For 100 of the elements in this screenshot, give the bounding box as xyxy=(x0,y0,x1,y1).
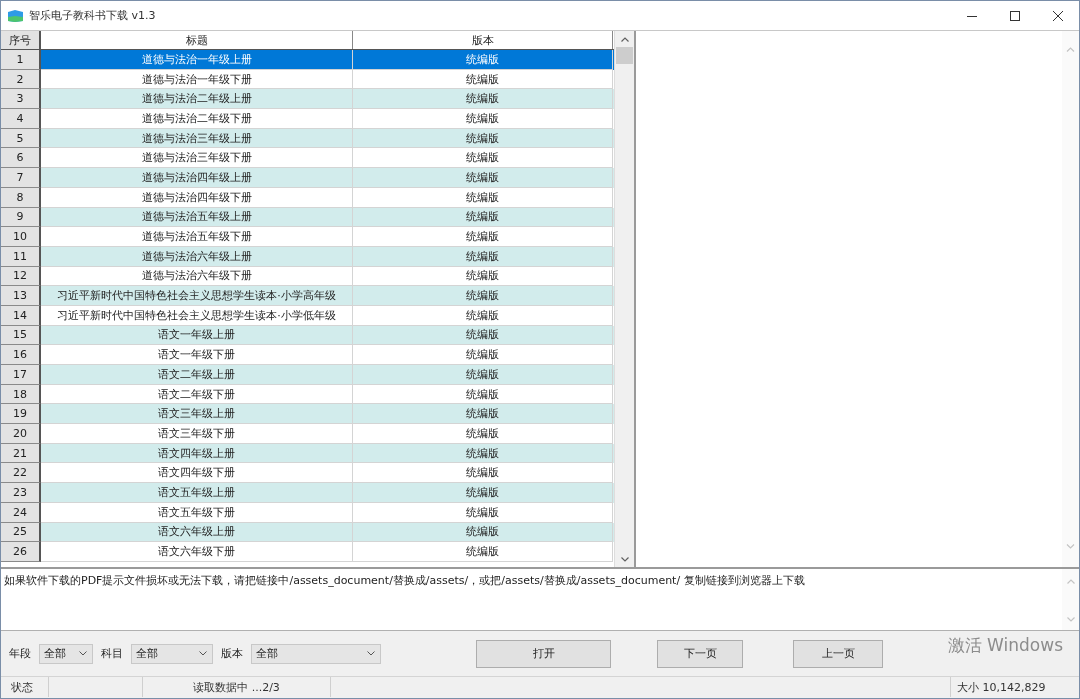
table-row[interactable]: 3 道德与法治二年级上册 统编版 xyxy=(1,89,614,110)
filter-label: 版本 xyxy=(221,646,243,661)
table-row[interactable]: 4 道德与法治二年级下册 统编版 xyxy=(1,109,614,129)
table-row[interactable]: 15 语文一年级上册 统编版 xyxy=(1,325,614,346)
table-row[interactable]: 8 道德与法治四年级下册 统编版 xyxy=(1,187,614,208)
maximize-icon[interactable] xyxy=(1010,10,1020,21)
column-header[interactable]: 序号 xyxy=(1,31,41,49)
row-number: 15 xyxy=(1,325,41,346)
table-cell: 统编版 xyxy=(353,168,613,188)
table-cell: 道德与法治四年级上册 xyxy=(41,168,353,188)
table-row[interactable]: 17 语文二年级上册 统编版 xyxy=(1,365,614,385)
column-header[interactable]: 标题 xyxy=(41,31,353,49)
window-title: 智乐电子教科书下载 v1.3 xyxy=(29,8,156,23)
table-cell: 统编版 xyxy=(353,50,613,70)
row-number: 4 xyxy=(1,109,41,129)
row-number: 5 xyxy=(1,128,41,149)
row-number: 3 xyxy=(1,89,41,110)
row-number: 1 xyxy=(1,50,41,70)
table-cell: 道德与法治一年级上册 xyxy=(41,50,353,70)
table-row[interactable]: 5 道德与法治三年级上册 统编版 xyxy=(1,128,614,149)
notice-text: 如果软件下载的PDF提示文件损坏或无法下载，请把链接中/assets_document/替换成/assets/，或把/assets/替换成/assets_document/ 复制链接到浏览器上下载 xyxy=(4,573,806,588)
row-number: 23 xyxy=(1,483,41,503)
table-cell: 统编版 xyxy=(353,187,613,208)
table-cell: 道德与法治四年级下册 xyxy=(41,187,353,208)
table-cell: 语文二年级上册 xyxy=(41,365,353,385)
table-cell: 统编版 xyxy=(353,542,613,562)
chevron-down-icon[interactable] xyxy=(367,651,375,656)
table-row[interactable]: 16 语文一年级下册 统编版 xyxy=(1,345,614,365)
scroll-up-icon[interactable] xyxy=(620,37,629,42)
table-cell: 统编版 xyxy=(353,246,613,267)
table-cell: 统编版 xyxy=(353,483,613,503)
table-cell: 道德与法治五年级下册 xyxy=(41,227,353,247)
table-row[interactable]: 12 道德与法治六年级下册 统编版 xyxy=(1,266,614,287)
message-box[interactable]: 如果软件下载的PDF提示文件损坏或无法下载，请把链接中/assets_document/替换成/assets/，或把/assets/替换成/assets_document/ 复制链接到浏览器上下载 xyxy=(1,567,1079,631)
row-number: 12 xyxy=(1,266,41,287)
table-cell: 统编版 xyxy=(353,286,613,306)
table-row[interactable]: 7 道德与法治四年级上册 统编版 xyxy=(1,168,614,188)
table-row[interactable]: 24 语文五年级下册 统编版 xyxy=(1,502,614,523)
table-cell: 习近平新时代中国特色社会主义思想学生读本·小学低年级 xyxy=(41,305,353,326)
row-number: 17 xyxy=(1,365,41,385)
status-size: 大小 10,142,829 xyxy=(957,679,1046,695)
table-cell: 统编版 xyxy=(353,502,613,523)
table-row[interactable]: 9 道德与法治五年级上册 统编版 xyxy=(1,207,614,228)
row-number: 2 xyxy=(1,69,41,90)
filter-label: 科目 xyxy=(101,646,123,661)
dropdown[interactable]: 全部 xyxy=(39,643,93,664)
row-number: 25 xyxy=(1,522,41,543)
filter-label: 年段 xyxy=(9,646,31,661)
table-row[interactable]: 10 道德与法治五年级下册 统编版 xyxy=(1,227,614,247)
status-label: 状态 xyxy=(11,679,33,695)
table-cell: 道德与法治二年级下册 xyxy=(41,109,353,129)
dropdown[interactable]: 全部 xyxy=(251,643,381,664)
scrollbar-thumb[interactable] xyxy=(616,47,633,64)
action-button[interactable]: 下一页 xyxy=(657,639,743,668)
chevron-down-icon[interactable] xyxy=(199,651,207,656)
table-row[interactable]: 21 语文四年级上册 统编版 xyxy=(1,443,614,464)
row-number: 19 xyxy=(1,404,41,425)
table-cell: 统编版 xyxy=(353,109,613,129)
table-row[interactable]: 1 道德与法治一年级上册 统编版 xyxy=(1,50,614,70)
column-header[interactable]: 版本 xyxy=(353,31,613,49)
table-row[interactable]: 14 习近平新时代中国特色社会主义思想学生读本·小学低年级 统编版 xyxy=(1,305,614,326)
row-number: 8 xyxy=(1,187,41,208)
table-row[interactable]: 26 语文六年级下册 统编版 xyxy=(1,542,614,562)
scroll-down-icon[interactable] xyxy=(620,557,629,562)
status-message: 读取数据中 ...2/3 xyxy=(193,679,280,695)
chevron-down-icon[interactable] xyxy=(79,651,87,656)
row-number: 16 xyxy=(1,345,41,365)
table-row[interactable]: 2 道德与法治一年级下册 统编版 xyxy=(1,69,614,90)
vertical-scrollbar[interactable] xyxy=(614,31,634,567)
table-row[interactable]: 20 语文三年级下册 统编版 xyxy=(1,424,614,444)
action-button[interactable]: 上一页 xyxy=(793,639,883,668)
row-number: 20 xyxy=(1,424,41,444)
table-cell: 语文六年级下册 xyxy=(41,542,353,562)
close-icon[interactable] xyxy=(1053,10,1063,21)
row-number: 6 xyxy=(1,148,41,169)
table-row[interactable]: 18 语文二年级下册 统编版 xyxy=(1,384,614,405)
row-number: 13 xyxy=(1,286,41,306)
table-row[interactable]: 23 语文五年级上册 统编版 xyxy=(1,483,614,503)
table-row[interactable]: 11 道德与法治六年级上册 统编版 xyxy=(1,246,614,267)
table-cell: 统编版 xyxy=(353,305,613,326)
table-row[interactable]: 25 语文六年级上册 统编版 xyxy=(1,522,614,543)
row-number: 18 xyxy=(1,384,41,405)
table-cell: 统编版 xyxy=(353,227,613,247)
table-cell: 统编版 xyxy=(353,365,613,385)
table-row[interactable]: 6 道德与法治三年级下册 统编版 xyxy=(1,148,614,169)
row-number: 9 xyxy=(1,207,41,228)
row-number: 24 xyxy=(1,502,41,523)
action-button[interactable]: 打开 xyxy=(476,639,611,668)
table-row[interactable]: 22 语文四年级下册 统编版 xyxy=(1,463,614,484)
table-cell: 习近平新时代中国特色社会主义思想学生读本·小学高年级 xyxy=(41,286,353,306)
table-cell: 语文三年级下册 xyxy=(41,424,353,444)
table-cell: 统编版 xyxy=(353,424,613,444)
table-cell: 语文五年级下册 xyxy=(41,502,353,523)
table-row[interactable]: 13 习近平新时代中国特色社会主义思想学生读本·小学高年级 统编版 xyxy=(1,286,614,306)
row-number: 10 xyxy=(1,227,41,247)
row-number: 26 xyxy=(1,542,41,562)
table-row[interactable]: 19 语文三年级上册 统编版 xyxy=(1,404,614,425)
dropdown[interactable]: 全部 xyxy=(131,643,213,664)
table-cell: 道德与法治六年级上册 xyxy=(41,246,353,267)
app-icon xyxy=(8,9,23,22)
